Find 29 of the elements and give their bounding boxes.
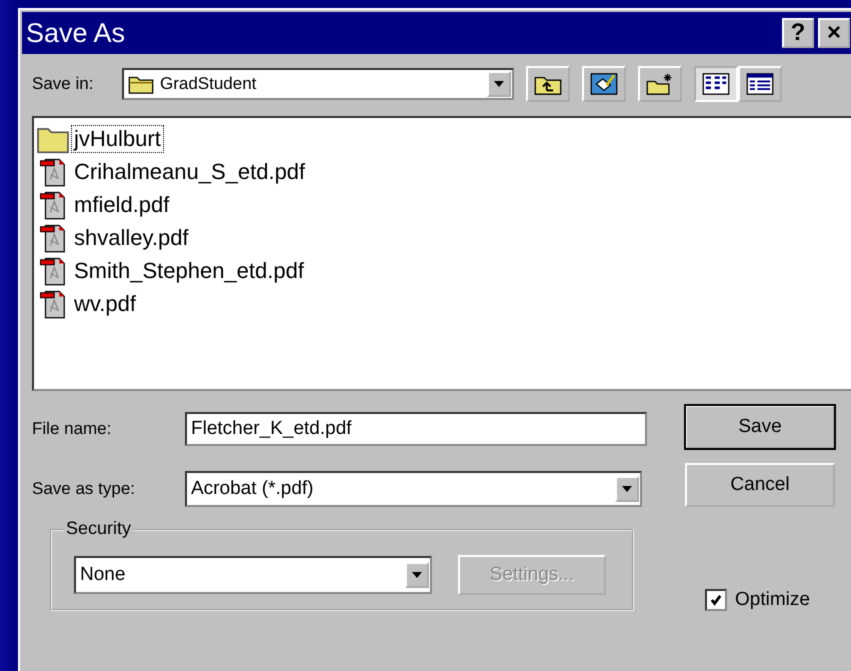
new-folder-button[interactable] xyxy=(638,66,682,102)
save-button[interactable]: Save xyxy=(685,405,835,449)
optimize-checkbox[interactable] xyxy=(705,589,727,611)
list-view-icon xyxy=(702,72,730,96)
new-folder-icon xyxy=(646,72,674,96)
file-name-field[interactable]: Fletcher_K_etd.pdf xyxy=(185,412,647,446)
file-item[interactable]: Smith_Stephen_etd.pdf xyxy=(36,254,307,287)
save-in-dropdown[interactable]: GradStudent xyxy=(122,68,514,100)
optimize-label: Optimize xyxy=(735,589,810,611)
security-dropdown[interactable]: None xyxy=(74,556,432,594)
security-label: Security xyxy=(64,518,134,539)
save-as-type-dropdown[interactable]: Acrobat (*.pdf) xyxy=(185,471,642,507)
file-item[interactable]: Crihalmeanu_S_etd.pdf xyxy=(36,155,308,188)
cancel-button[interactable]: Cancel xyxy=(685,463,835,507)
list-view-button[interactable] xyxy=(694,66,738,102)
help-button[interactable]: ? xyxy=(782,18,814,48)
file-name-label: File name: xyxy=(32,419,112,439)
file-item[interactable]: wv.pdf xyxy=(36,287,139,320)
file-item[interactable]: mfield.pdf xyxy=(36,188,172,221)
details-view-button[interactable] xyxy=(738,66,782,102)
pencil-icon xyxy=(590,72,618,96)
file-item[interactable]: shvalley.pdf xyxy=(36,221,192,254)
up-folder-button[interactable] xyxy=(526,66,570,102)
details-view-icon xyxy=(746,72,774,96)
save-as-type-label: Save as type: xyxy=(32,479,136,499)
close-button[interactable]: × xyxy=(818,18,850,48)
save-in-label: Save in: xyxy=(32,74,94,94)
checkmark-icon xyxy=(709,593,723,607)
window-title: Save As xyxy=(26,18,126,48)
